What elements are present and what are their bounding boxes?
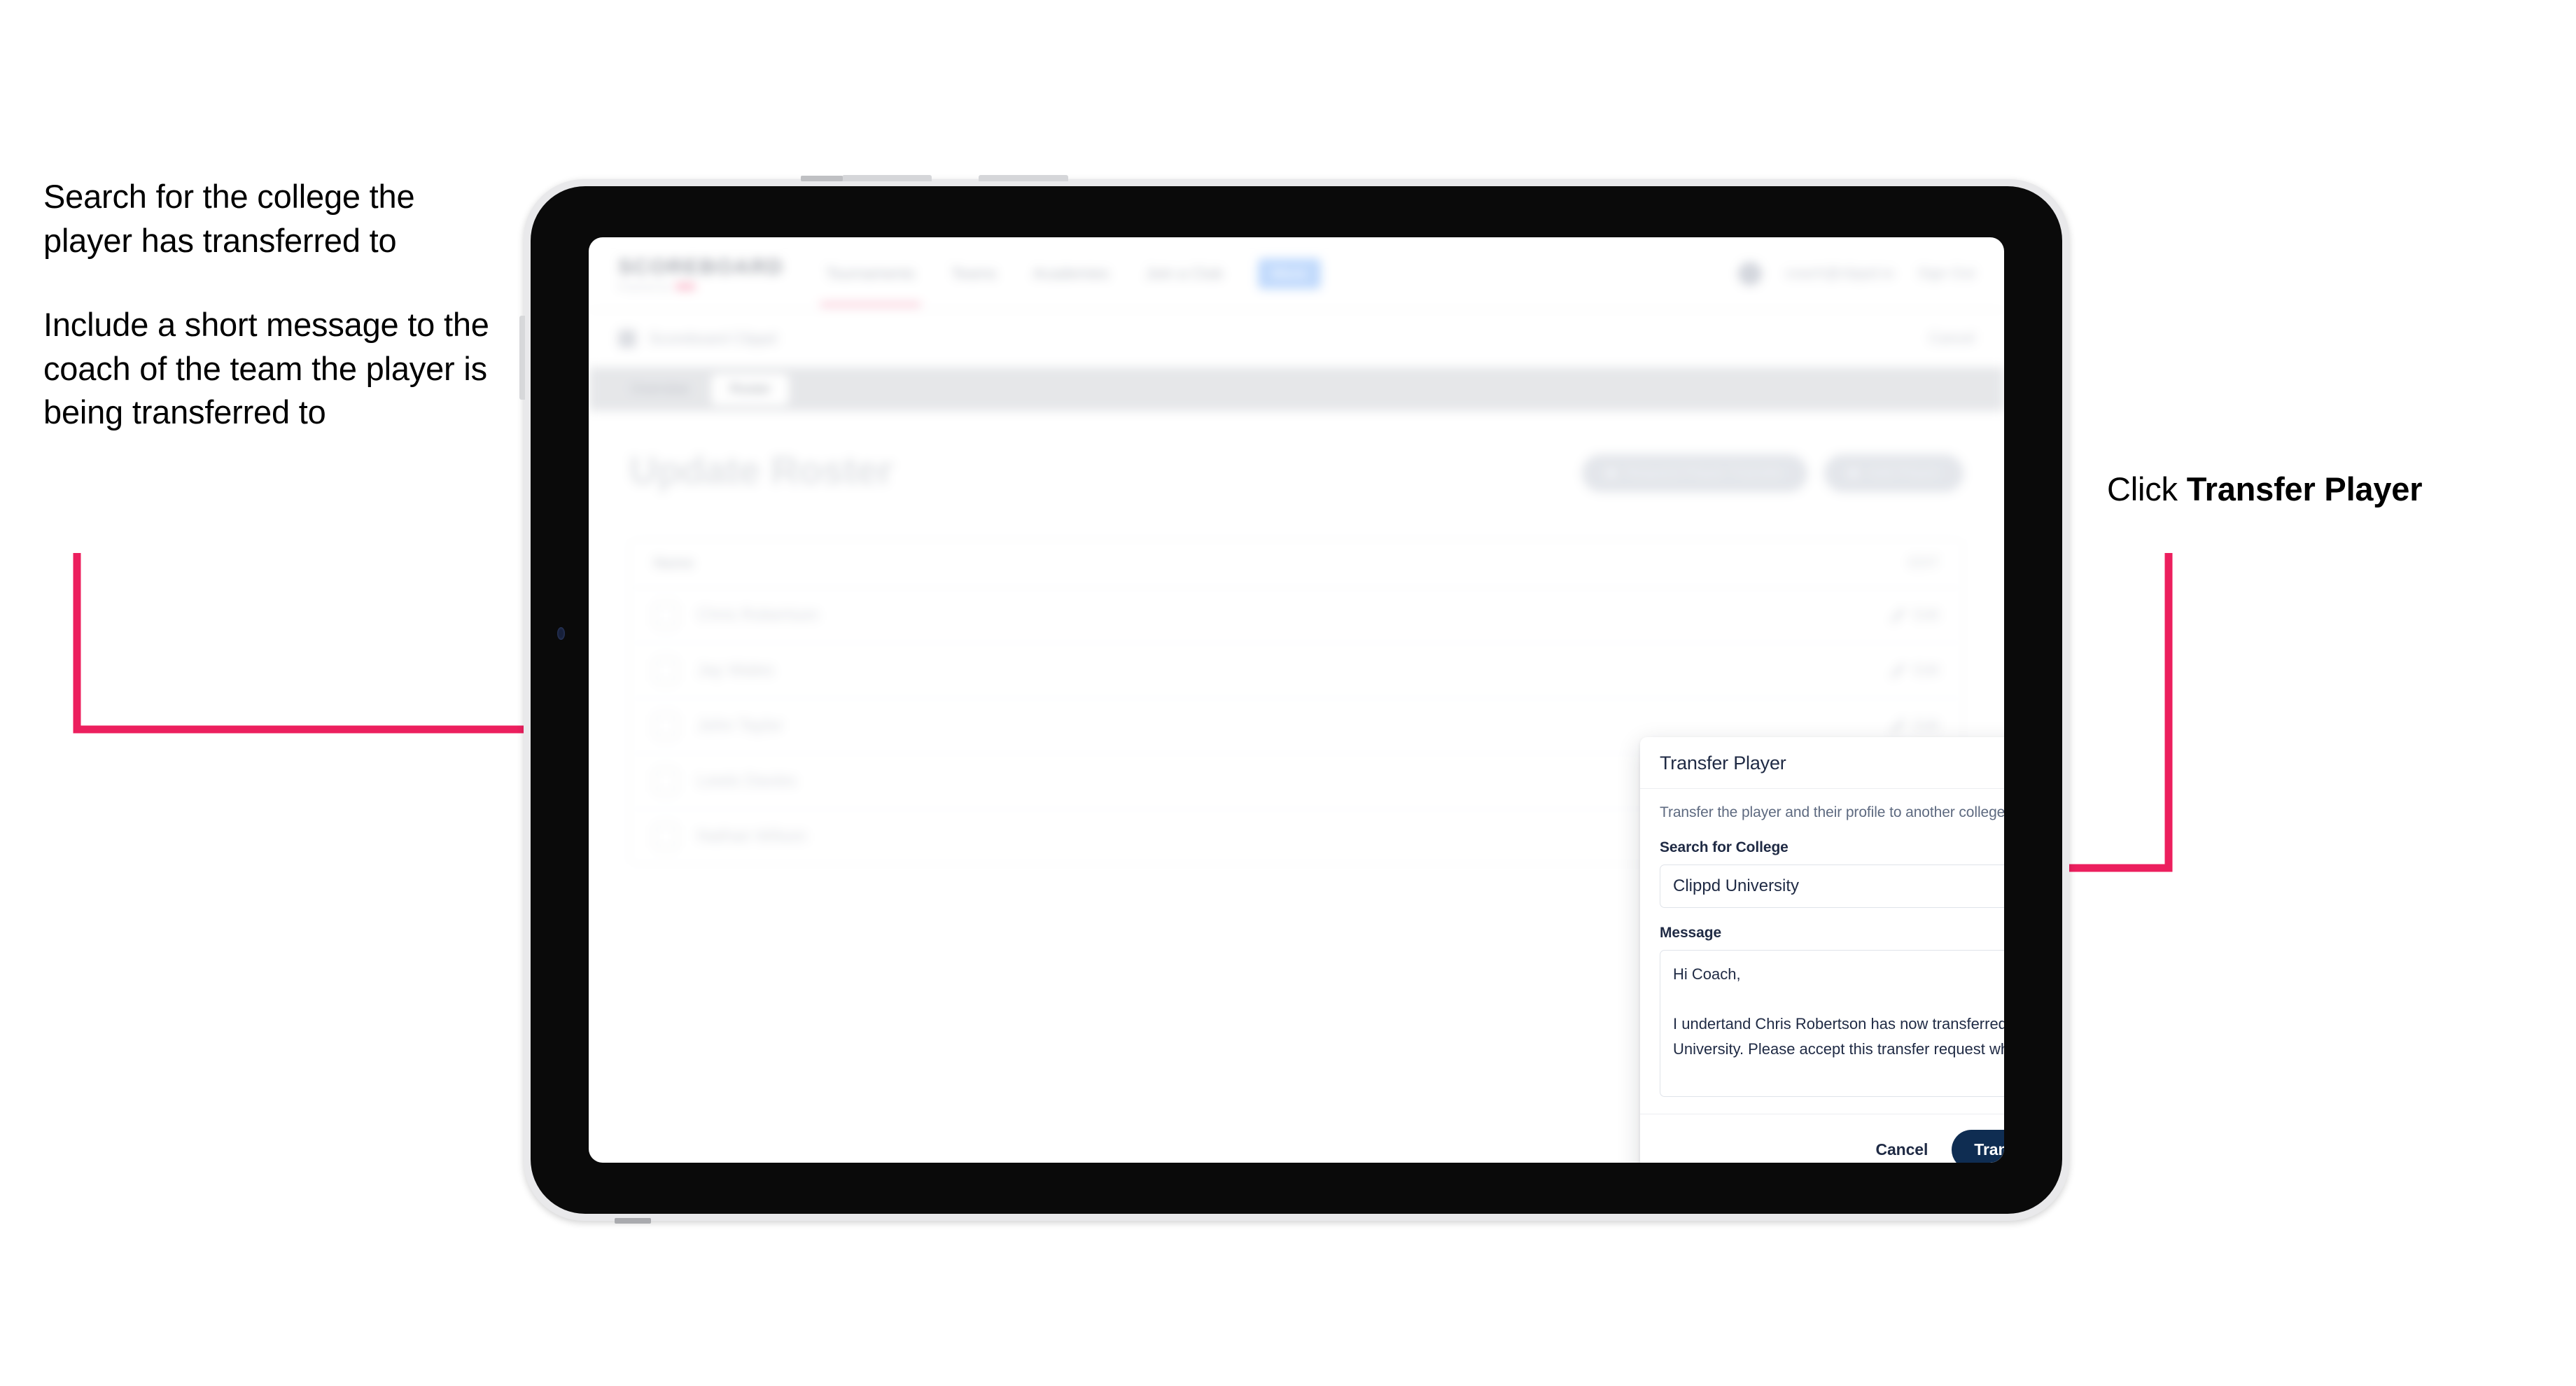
dialog-header: Transfer Player: [1640, 737, 2004, 789]
player-name: Nathan Wilson: [697, 827, 807, 846]
device-bezel: SCOREBOARD Powered by Tournaments Teams …: [531, 186, 2062, 1214]
add-player-button[interactable]: Add Player: [1824, 454, 1963, 492]
brand-accent-mark-icon: [675, 283, 695, 290]
row-checkbox[interactable]: [654, 769, 678, 793]
college-field-label: Search for College: [1660, 839, 1788, 855]
device-volume-up-button[interactable]: [842, 175, 932, 181]
annotation-right: Click Transfer Player: [2107, 469, 2423, 510]
college-search-input[interactable]: [1660, 864, 2004, 908]
request-player-transfer-label: Request Player Transfer: [1625, 465, 1784, 481]
tab-bar: Overview Roster: [589, 368, 2004, 411]
player-name: Chris Robertson: [697, 606, 819, 624]
brand-logo[interactable]: SCOREBOARD Powered by: [618, 255, 784, 292]
edit-label: Edit: [1913, 718, 1939, 734]
breadcrumb-icon: [618, 329, 636, 348]
table-row[interactable]: Chris Robertson Edit: [630, 588, 1963, 643]
device-antenna-band-bottom: [615, 1218, 651, 1224]
annotation-left: Search for the college the player has tr…: [43, 175, 491, 435]
cancel-button[interactable]: Cancel: [1871, 1140, 1932, 1160]
transfer-player-submit-button[interactable]: Transfer Player: [1952, 1130, 2004, 1163]
device-volume-down-button[interactable]: [979, 175, 1068, 181]
brand-subtitle-text: Powered by: [618, 281, 671, 292]
edit-label: Edit: [1913, 662, 1939, 678]
nav-link-tournaments[interactable]: Tournaments: [820, 241, 921, 307]
dialog-title: Transfer Player: [1660, 752, 1786, 774]
dialog-description: Transfer the player and their profile to…: [1660, 804, 2004, 820]
annotation-right-bold: Transfer Player: [2186, 470, 2423, 507]
page-header-actions: Request Player Transfer Add Player: [1581, 447, 1963, 492]
nav-link-academies[interactable]: Academies: [1032, 241, 1111, 307]
device-antenna-band-top: [801, 176, 843, 181]
breadcrumb: Scoreboard Clippd Cancel: [589, 310, 2004, 368]
field-spacer: [1660, 908, 2004, 925]
row-checkbox[interactable]: [654, 603, 678, 627]
nav-link-more[interactable]: More: [1257, 258, 1321, 289]
row-checkbox[interactable]: [654, 659, 678, 682]
page-title: Update Roster: [629, 448, 893, 492]
nav-link-join-a-club[interactable]: Join a Club: [1144, 241, 1224, 307]
nav-links: Tournaments Teams Academies Join a Club …: [820, 241, 1321, 307]
request-player-transfer-button[interactable]: Request Player Transfer: [1581, 454, 1808, 492]
table-row[interactable]: Jay Wales Edit: [630, 643, 1963, 699]
message-textarea[interactable]: Hi Coach, I undertand Chris Robertson ha…: [1660, 950, 2004, 1097]
transfer-icon: [1605, 468, 1617, 479]
tab-roster[interactable]: Roster: [711, 373, 790, 405]
edit-player-button[interactable]: Edit: [1891, 718, 1939, 734]
player-name: Lewis Davies: [697, 771, 797, 790]
breadcrumb-cancel-button[interactable]: Cancel: [1929, 330, 1975, 347]
edit-player-button[interactable]: Edit: [1891, 607, 1939, 624]
avatar[interactable]: [1737, 261, 1762, 286]
annotation-right-prefix: Click: [2107, 470, 2187, 507]
row-checkbox[interactable]: [654, 714, 678, 738]
add-player-label: Add Player: [1868, 465, 1940, 481]
nav-right: coach@clippd.io Sign Out: [1737, 261, 1975, 286]
dialog-body: Transfer the player and their profile to…: [1640, 789, 2004, 1114]
plus-icon: [1848, 468, 1860, 479]
nav-user-email: coach@clippd.io: [1785, 265, 1894, 281]
roster-table-header: Name EDIT: [630, 540, 1963, 588]
breadcrumb-text[interactable]: Scoreboard Clippd: [649, 330, 776, 348]
tablet-device: SCOREBOARD Powered by Tournaments Teams …: [519, 175, 2069, 1224]
brand-name: SCOREBOARD: [618, 255, 784, 279]
column-header-edit: EDIT: [1908, 556, 1939, 570]
device-screen: SCOREBOARD Powered by Tournaments Teams …: [589, 237, 2004, 1163]
page-header-row: Update Roster Request Player Transfer Ad…: [629, 447, 1963, 493]
annotation-left-line-1: Search for the college the player has tr…: [43, 178, 415, 259]
row-checkbox[interactable]: [654, 825, 678, 848]
player-name: John Taylor: [697, 716, 783, 735]
tab-overview[interactable]: Overview: [612, 374, 707, 405]
player-name: Jay Wales: [697, 661, 774, 680]
annotation-left-line-2: Include a short message to the coach of …: [43, 306, 489, 430]
pencil-icon: [1891, 664, 1905, 678]
front-camera-icon: [557, 627, 565, 640]
device-power-button[interactable]: [519, 316, 525, 400]
sign-out-button[interactable]: Sign Out: [1917, 265, 1975, 282]
brand-subtitle: Powered by: [618, 281, 784, 292]
pencil-icon: [1891, 608, 1905, 622]
dialog-footer: Cancel Transfer Player: [1640, 1114, 2004, 1163]
app-navbar: SCOREBOARD Powered by Tournaments Teams …: [589, 237, 2004, 310]
message-field-label: Message: [1660, 925, 1722, 941]
transfer-player-dialog: Transfer Player Transfer the player and …: [1640, 737, 2004, 1163]
device-frame: SCOREBOARD Powered by Tournaments Teams …: [519, 175, 2069, 1224]
edit-player-button[interactable]: Edit: [1891, 662, 1939, 679]
edit-label: Edit: [1913, 607, 1939, 623]
pencil-icon: [1891, 719, 1905, 733]
nav-link-teams[interactable]: Teams: [950, 241, 998, 307]
column-header-name: Name: [654, 555, 694, 571]
